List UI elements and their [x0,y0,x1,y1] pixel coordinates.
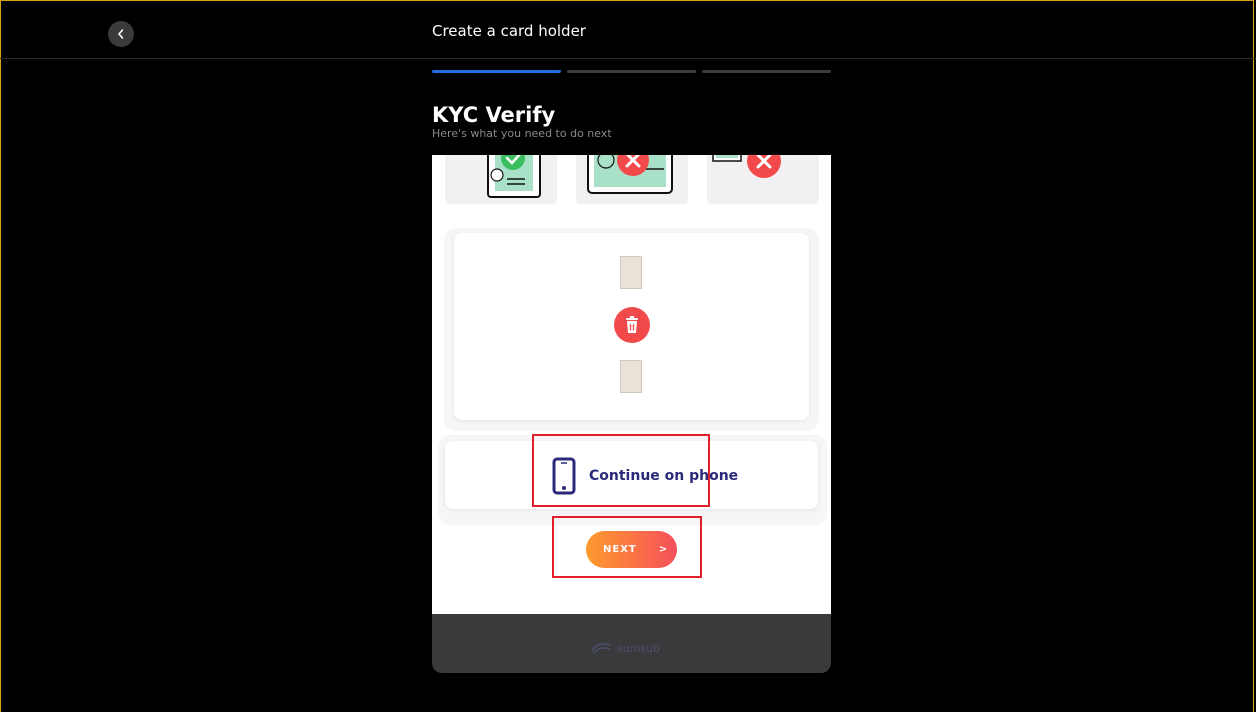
document-back-thumbnail[interactable] [620,360,642,393]
footer-brand: sumsub [590,641,660,655]
id-document-illustration [487,155,541,198]
delete-document-button[interactable] [614,307,650,343]
continue-on-phone-label[interactable]: Continue on phone [589,468,738,484]
example-card-good [445,155,557,204]
trash-icon [626,316,638,333]
phone-icon [552,457,576,495]
page-title: Create a card holder [432,22,586,40]
chevron-left-icon [118,29,124,39]
kyc-title: KYC Verify [432,103,556,127]
step-1-active [432,70,561,73]
document-front-thumbnail[interactable] [620,256,642,289]
example-card-bad-2 [707,155,819,204]
x-icon [747,155,781,178]
brand-logo-icon [591,643,611,654]
next-button[interactable]: NEXT > [586,531,677,568]
chevron-right-icon: > [658,544,669,555]
top-bar: Create a card holder [0,0,1256,59]
step-progress [432,70,831,73]
kyc-subtitle: Here's what you need to do next [432,127,612,140]
next-button-label: NEXT [603,544,637,555]
id-document-illustration [712,155,781,178]
footer-brand-text: sumsub [617,641,661,655]
step-3 [702,70,831,73]
id-document-illustration [587,155,673,194]
step-2 [567,70,696,73]
kyc-panel: Continue on phone NEXT > [432,155,831,614]
example-card-bad-1 [576,155,688,204]
back-button[interactable] [108,21,134,47]
